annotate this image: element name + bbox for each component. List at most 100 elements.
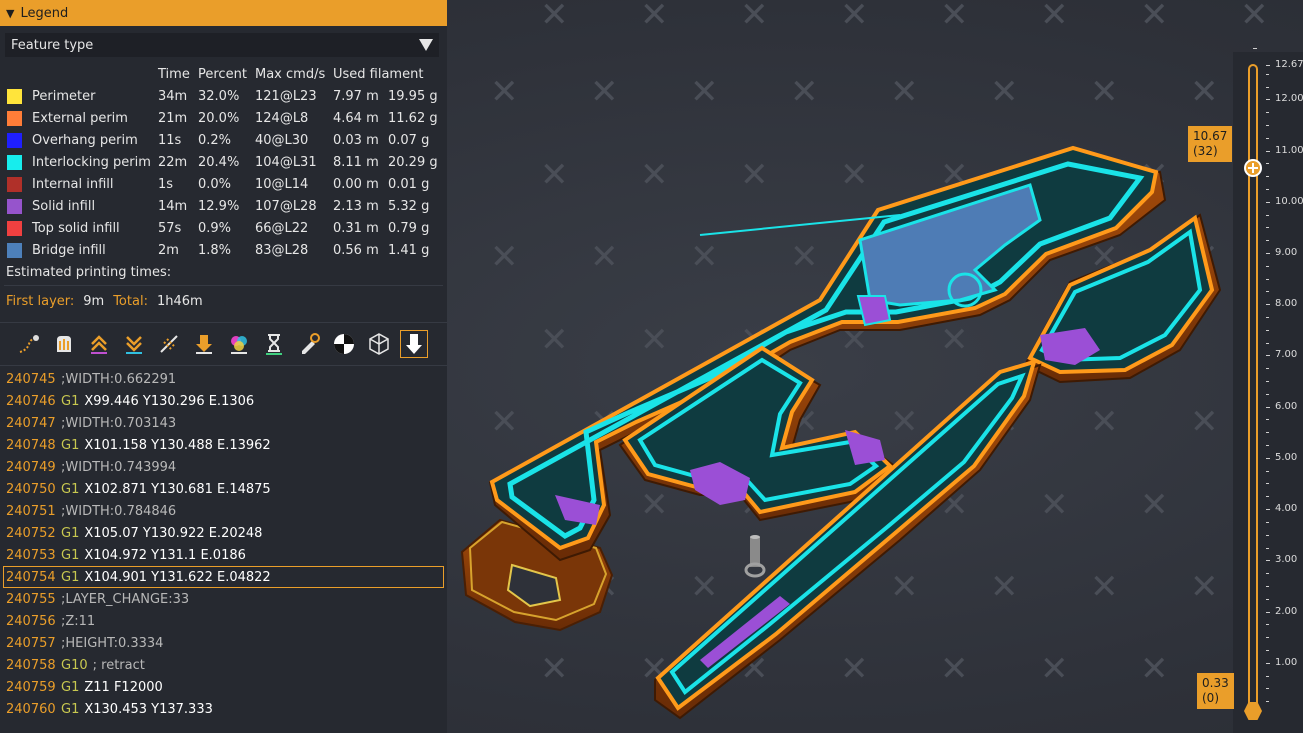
deretractions-icon[interactable] [120,330,148,358]
legend-row[interactable]: Solid infill 14m 12.9% 107@L28 2.13 m 5.32 g [0,195,447,217]
slider-minor-tick [1266,470,1269,472]
legend-time: 1s [158,176,174,192]
legend-feature-name: Perimeter [32,88,96,104]
slider-minor-tick [1266,342,1269,344]
slider-minor-tick [1266,649,1269,651]
gcode-line[interactable]: 240748 G1 X101.158 Y130.488 E.13962 [0,434,447,456]
pause-prints-icon[interactable] [260,330,288,358]
legend-percent: 32.0% [198,88,240,104]
gcode-line[interactable]: 240752 G1 X105.07 Y130.922 E.20248 [0,522,447,544]
slider-minor-tick [1266,329,1269,331]
legend-percent: 12.9% [198,198,240,214]
legend-weight: 1.41 g [388,242,430,258]
legend-header-row: Time Percent Max cmd/s Used filament [0,63,447,85]
gcode-line[interactable]: 240759 G1 Z11 F12000 [0,676,447,698]
legend-row[interactable]: Top solid infill 57s 0.9% 66@L22 0.31 m 0.79 … [0,217,447,239]
gcode-line-number: 240759 [6,679,56,695]
slider-minor-tick [1266,112,1269,114]
legend-length: 7.97 m [333,88,379,104]
legend-time: 2m [158,242,179,258]
column-percent: Percent [198,66,247,82]
legend-color-swatch [7,88,22,104]
slider-tick-label: 11.00 [1275,144,1303,156]
slider-minor-tick [1266,291,1269,293]
retractions-icon[interactable] [85,330,113,358]
gcode-command: G1 [61,437,80,453]
slider-top-cap [1253,48,1257,49]
gcode-line[interactable]: 240755 ;LAYER_CHANGE:33 [0,588,447,610]
gcode-line[interactable]: 240746 G1 X99.446 Y130.296 E.1306 [0,390,447,412]
gcode-line[interactable]: 240758 G10; retract [0,654,447,676]
slider-tick-label: 12.00 [1275,93,1303,105]
gcode-line[interactable]: 240760 G1 X130.453 Y137.333 [0,698,447,720]
travel-icon[interactable] [15,330,43,358]
gcode-line[interactable]: 240745 ;WIDTH:0.662291 [0,368,447,390]
legend-percent: 1.8% [198,242,232,258]
custom-gcodes-icon[interactable] [295,330,323,358]
seams-icon[interactable] [155,330,183,358]
gcode-comment: ;HEIGHT:0.3334 [61,635,164,651]
gcode-line[interactable]: 240751 ;WIDTH:0.784846 [0,500,447,522]
legend-row[interactable]: External perim 21m 20.0% 124@L8 4.64 m 11.62 … [0,107,447,129]
gcode-arguments: X105.07 Y130.922 E.20248 [84,525,263,541]
view-type-dropdown[interactable]: Feature type [5,33,439,57]
gcode-line-number: 240756 [6,613,56,629]
gcode-viewer[interactable]: 240745 ;WIDTH:0.662291 240746 G1 X99.446 Y13… [0,366,447,720]
legend-row[interactable]: Overhang perim 11s 0.2% 40@L30 0.03 m 0.07 g [0,129,447,151]
legend-percent: 20.0% [198,110,240,126]
gcode-line-selected[interactable]: 240754 G1 X104.901 Y131.622 E.04822 [3,566,444,588]
slider-tick-label: 10.00 [1275,195,1303,207]
lower-layer: (0) [1202,691,1219,705]
slider-minor-tick [1266,688,1269,690]
gcode-line[interactable]: 240749 ;WIDTH:0.743994 [0,456,447,478]
legend-feature-name: Bridge infill [32,242,106,258]
legend-percent: 0.9% [198,220,232,236]
color-changes-icon[interactable] [225,330,253,358]
slider-minor-tick [1266,432,1269,434]
center-of-gravity-icon[interactable] [330,330,358,358]
legend-feature-name: Top solid infill [32,220,120,236]
wipe-icon[interactable] [50,330,78,358]
gcode-line[interactable]: 240750 G1 X102.871 Y130.681 E.14875 [0,478,447,500]
gcode-command: G1 [61,481,80,497]
tool-marker-icon[interactable] [400,330,428,358]
slider-minor-tick [1266,317,1269,319]
gcode-line[interactable]: 240756 ;Z:11 [0,610,447,632]
legend-color-swatch [7,220,22,236]
legend-time: 34m [158,88,188,104]
gcode-line-number: 240750 [6,481,56,497]
legend-max-cmd: 10@L14 [255,176,309,192]
legend-row[interactable]: Bridge infill 2m 1.8% 83@L28 0.56 m 1.41 g [0,239,447,261]
gcode-command: G1 [61,525,80,541]
lower-thumb[interactable] [1244,702,1262,720]
legend-max-cmd: 40@L30 [255,132,309,148]
tool-changes-icon[interactable] [190,330,218,358]
legend-header[interactable]: ▼ Legend [0,0,447,26]
slider-tick [1266,65,1270,66]
gcode-line[interactable]: 240753 G1 X104.972 Y131.1 E.0186 [0,544,447,566]
upper-height: 10.67 [1193,129,1228,143]
layer-slider[interactable]: 12.67 12.00 11.00 10.00 9.00 8.00 7.00 6.00 5.00… [1233,48,1303,733]
legend-row[interactable]: Perimeter 34m 32.0% 121@L23 7.97 m 19.95 g [0,85,447,107]
slider-minor-tick [1266,419,1269,421]
shells-icon[interactable] [365,330,393,358]
slider-minor-tick [1266,496,1269,498]
upper-thumb[interactable] [1244,159,1262,177]
slider-minor-tick [1266,585,1269,587]
slider-minor-tick [1266,214,1269,216]
legend-row[interactable]: Interlocking perim 22m 20.4% 104@L31 8.11 m 2… [0,151,447,173]
slider-minor-tick [1266,624,1269,626]
gcode-line[interactable]: 240747 ;WIDTH:0.703143 [0,412,447,434]
slider-tick [1266,99,1270,101]
slider-tick [1266,457,1270,459]
collapse-triangle-icon[interactable]: ▼ [6,7,14,20]
gcode-line[interactable]: 240757 ;HEIGHT:0.3334 [0,632,447,654]
legend-row[interactable]: Internal infill 1s 0.0% 10@L14 0.00 m 0.01 g [0,173,447,195]
legend-max-cmd: 104@L31 [255,154,317,170]
legend-percent: 0.2% [198,132,232,148]
slider-tick [1266,355,1270,357]
legend-length: 0.03 m [333,132,379,148]
gcode-arguments: X104.901 Y131.622 E.04822 [84,569,271,585]
legend-color-swatch [7,176,22,192]
legend-panel: ▼ Legend Feature type Time Percent Max c… [0,0,447,733]
